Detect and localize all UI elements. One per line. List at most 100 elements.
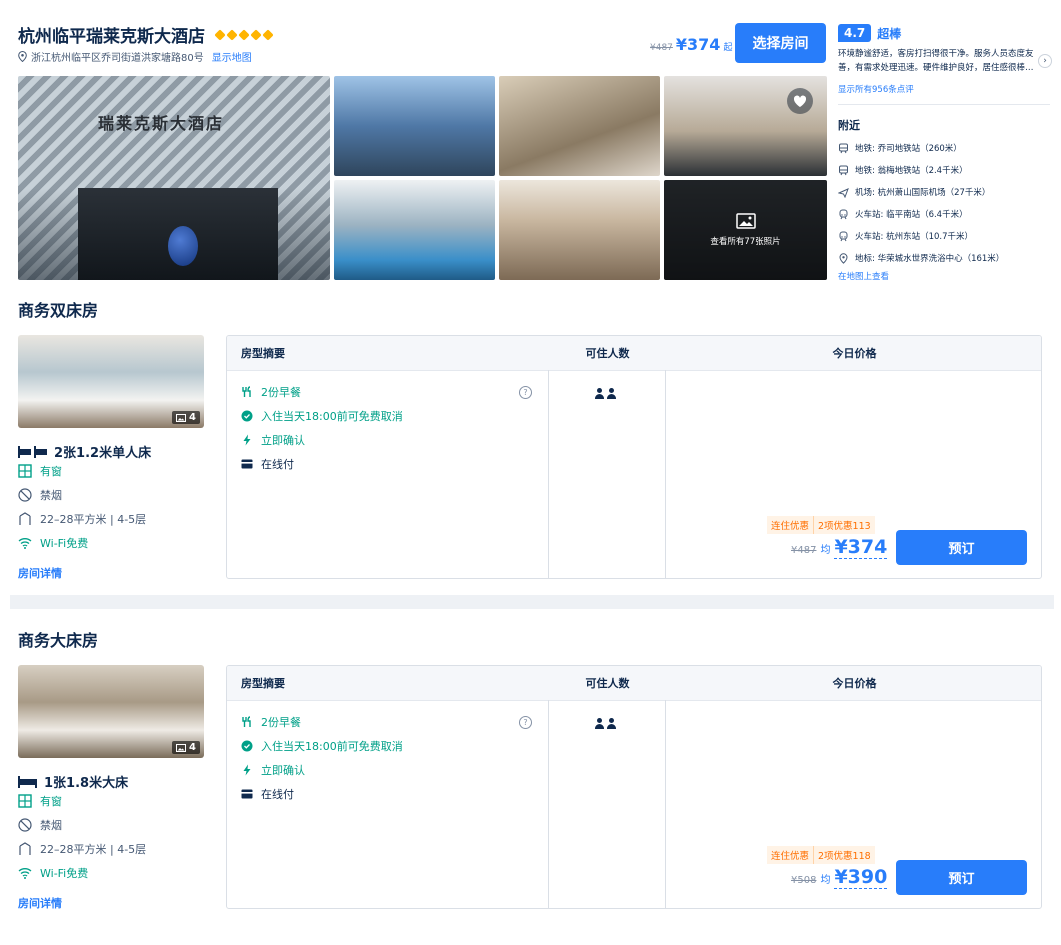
nearby-label: 火车站: 杭州东站（10.7千米）: [855, 232, 973, 242]
payment-policy: 在线付: [241, 452, 294, 476]
nearby-item: 火车站: 杭州东站（10.7千米）: [838, 225, 1004, 247]
person-icon: [607, 388, 616, 399]
room-rate-table: 房型摘要 可住人数 今日价格 2份早餐 ? 入住当天18:00前可免费取消 立即…: [226, 665, 1042, 909]
score-word: 超棒: [877, 26, 902, 41]
lightning-icon: [243, 764, 251, 776]
wifi-feature: Wi-Fi免费: [18, 861, 88, 885]
cancel-policy: 入住当天18:00前可免费取消: [241, 734, 403, 758]
view-all-photos[interactable]: 查看所有77张照片: [664, 180, 827, 280]
hotel-photo[interactable]: [334, 76, 495, 176]
smoking-feature: 禁烟: [18, 813, 62, 837]
nearby-title: 附近: [838, 119, 860, 132]
window-feature: 有窗: [18, 789, 62, 813]
hotel-name-row: 杭州临平瑞莱克斯大酒店: [18, 22, 274, 47]
current-price[interactable]: ¥374: [834, 536, 888, 559]
window-icon: [18, 464, 32, 478]
window-feature: 有窗: [18, 459, 62, 483]
help-icon[interactable]: ?: [519, 386, 532, 399]
room-price: ¥487 均 ¥374: [791, 536, 888, 559]
chevron-right-icon[interactable]: ›: [1038, 54, 1052, 68]
person-icon: [595, 388, 604, 399]
photo-count-badge: 4: [172, 741, 200, 754]
room-details-link[interactable]: 房间详情: [18, 565, 62, 581]
nearby-list: 地铁: 乔司地铁站（260米） 地铁: 翁梅地铁站（2.4千米） 机场: 杭州萧…: [838, 137, 1004, 269]
window-text: 有窗: [40, 795, 62, 808]
wifi-icon: [18, 868, 32, 879]
cancel-text: 入住当天18:00前可免费取消: [261, 740, 403, 753]
lowest-price: ¥487 ¥374 起: [650, 35, 732, 54]
card-icon: [241, 459, 253, 469]
book-button[interactable]: 预订: [896, 860, 1027, 895]
smoking-text: 禁烟: [40, 819, 62, 832]
book-button[interactable]: 预订: [896, 530, 1027, 565]
promo-tag: 2项优惠118: [813, 846, 875, 864]
divider: [665, 370, 666, 578]
diamond-icon: [262, 28, 274, 41]
room-photo[interactable]: 4: [18, 335, 204, 428]
heart-icon[interactable]: [787, 88, 813, 114]
no-smoking-icon: [18, 488, 32, 502]
diamond-icon: [238, 28, 250, 41]
nearby-label: 机场: 杭州萧山国际机场（27千米）: [855, 188, 991, 198]
room-details-link[interactable]: 房间详情: [18, 895, 62, 911]
landmark-icon: [838, 252, 849, 264]
image-icon: [176, 413, 187, 422]
avg-label: 均: [820, 545, 831, 556]
hotel-main-photo[interactable]: 瑞莱克斯大酒店: [18, 76, 330, 280]
header-summary: 房型摘要: [227, 336, 549, 370]
promo-tags[interactable]: 连住优惠 2项优惠113: [767, 516, 875, 534]
room-price: ¥508 均 ¥390: [791, 866, 888, 889]
promo-tag: 连住优惠: [767, 516, 814, 534]
nearby-item: 地铁: 乔司地铁站（260米）: [838, 137, 1004, 159]
hotel-photo[interactable]: [334, 180, 495, 280]
area-text: 22–28平方米 | 4-5层: [40, 843, 147, 856]
photo-count: 4: [189, 412, 196, 423]
area-icon: [19, 512, 31, 525]
hotel-photo[interactable]: [499, 76, 660, 176]
confirm-text: 立即确认: [261, 434, 305, 447]
nearby-item: 地铁: 翁梅地铁站（2.4千米）: [838, 159, 1004, 181]
breakfast-text: 2份早餐: [261, 386, 301, 399]
header-summary: 房型摘要: [227, 666, 549, 700]
wifi-text: Wi-Fi免费: [40, 537, 89, 550]
occupancy-icons: [595, 718, 616, 729]
all-reviews-link[interactable]: 显示所有956条点评: [838, 83, 914, 95]
breakfast-text: 2份早餐: [261, 716, 301, 729]
photo-gallery: 瑞莱克斯大酒店 查看所有77张照片: [18, 76, 827, 280]
review-score[interactable]: 4.7 超棒: [838, 24, 901, 42]
select-room-button[interactable]: 选择房间: [735, 23, 826, 63]
current-price[interactable]: ¥390: [834, 866, 888, 889]
score-badge: 4.7: [838, 24, 872, 42]
photo-sculpture: [168, 226, 198, 266]
room-title: 商务大床房: [18, 631, 99, 650]
cutlery-icon: [242, 386, 251, 397]
train-icon: [838, 231, 849, 242]
promo-tag: 连住优惠: [767, 846, 814, 864]
cancel-policy: 入住当天18:00前可免费取消: [241, 404, 403, 428]
diamond-icon: [250, 28, 262, 41]
header-occupancy: 可住人数: [549, 336, 666, 370]
hotel-photo[interactable]: [499, 180, 660, 280]
smoking-feature: 禁烟: [18, 483, 62, 507]
hotel-photo[interactable]: [664, 76, 827, 176]
hotel-sign: 瑞莱克斯大酒店: [98, 114, 225, 133]
window-icon: [18, 794, 32, 808]
cancel-text: 入住当天18:00前可免费取消: [261, 410, 403, 423]
area-icon: [19, 842, 31, 855]
metro-icon: [838, 165, 849, 176]
payment-policy: 在线付: [241, 782, 294, 806]
current-price: ¥374: [675, 35, 721, 54]
promo-tags[interactable]: 连住优惠 2项优惠118: [767, 846, 875, 864]
room-rate-table: 房型摘要 可住人数 今日价格 2份早餐 ? 入住当天18:00前可免费取消 立即…: [226, 335, 1042, 579]
metro-icon: [838, 143, 849, 154]
view-all-label: 查看所有77张照片: [710, 237, 781, 247]
promo-tag: 2项优惠113: [813, 516, 875, 534]
show-map-link[interactable]: 显示地图: [212, 49, 252, 64]
photo-count-badge: 4: [172, 411, 200, 424]
view-on-map-link[interactable]: 在地图上查看: [838, 270, 889, 282]
person-icon: [595, 718, 604, 729]
photo-count: 4: [189, 742, 196, 753]
help-icon[interactable]: ?: [519, 716, 532, 729]
room-photo[interactable]: 4: [18, 665, 204, 758]
price-from-suffix: 起: [723, 43, 733, 53]
